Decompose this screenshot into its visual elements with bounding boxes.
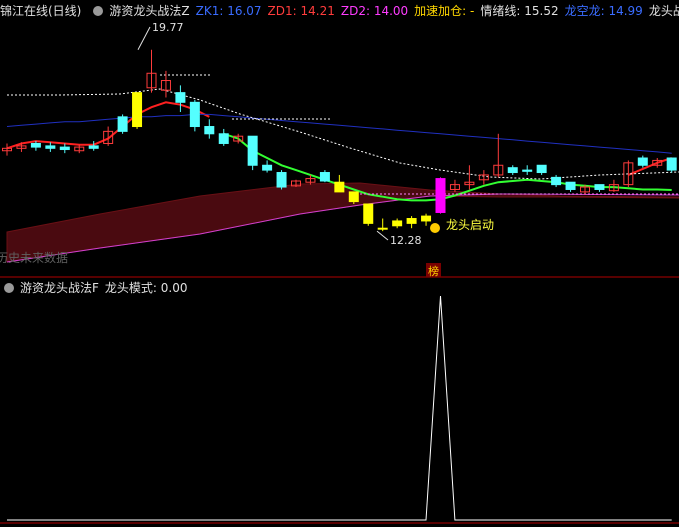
low-price-label: 12.28 — [390, 234, 422, 247]
high-price-label: 19.77 — [152, 21, 184, 34]
series-line-blue — [6, 113, 672, 154]
candle-body — [536, 164, 547, 174]
candle-body — [319, 172, 330, 182]
candle-body — [666, 157, 677, 171]
candle-body — [276, 172, 287, 188]
candle-body — [421, 215, 432, 222]
candle-body — [189, 101, 200, 128]
candle-body — [247, 135, 258, 166]
candle-body — [88, 145, 99, 149]
marker-label: 榜 — [428, 264, 439, 278]
candle-body — [45, 145, 56, 149]
candle-body — [30, 142, 41, 148]
candle-body — [377, 227, 388, 230]
candle-body — [406, 218, 417, 224]
candle-body — [175, 92, 186, 103]
price-panel — [0, 26, 679, 278]
indicator-panel — [0, 295, 679, 524]
candle-body — [363, 203, 374, 224]
low-pointer — [376, 230, 389, 241]
chart-stage[interactable]: 历史未来数据 19.77 12.28 龙头启动 榜 — [0, 0, 679, 527]
candle-body — [435, 178, 446, 213]
candle-body — [392, 220, 403, 227]
candle-body — [594, 184, 605, 190]
candle-body — [132, 92, 143, 128]
money-bag-icon — [430, 223, 440, 233]
candle-body — [218, 133, 229, 144]
longtou-mode-line — [7, 295, 672, 521]
high-pointer — [137, 26, 151, 51]
series-line-zd1 — [628, 157, 673, 176]
watermark-text: 历史未来数据 — [0, 250, 68, 265]
candle-body — [59, 146, 70, 151]
candle-body — [204, 126, 215, 135]
candle-body — [565, 181, 576, 190]
candle-body — [522, 169, 533, 172]
candle-body — [262, 164, 273, 171]
candle-body — [507, 167, 518, 174]
candle-body — [117, 116, 128, 132]
candle-body — [334, 181, 345, 193]
candle-body — [348, 191, 359, 203]
candle-body — [551, 176, 562, 186]
signal-label: 龙头启动 — [446, 218, 494, 232]
candle-body — [637, 157, 648, 166]
